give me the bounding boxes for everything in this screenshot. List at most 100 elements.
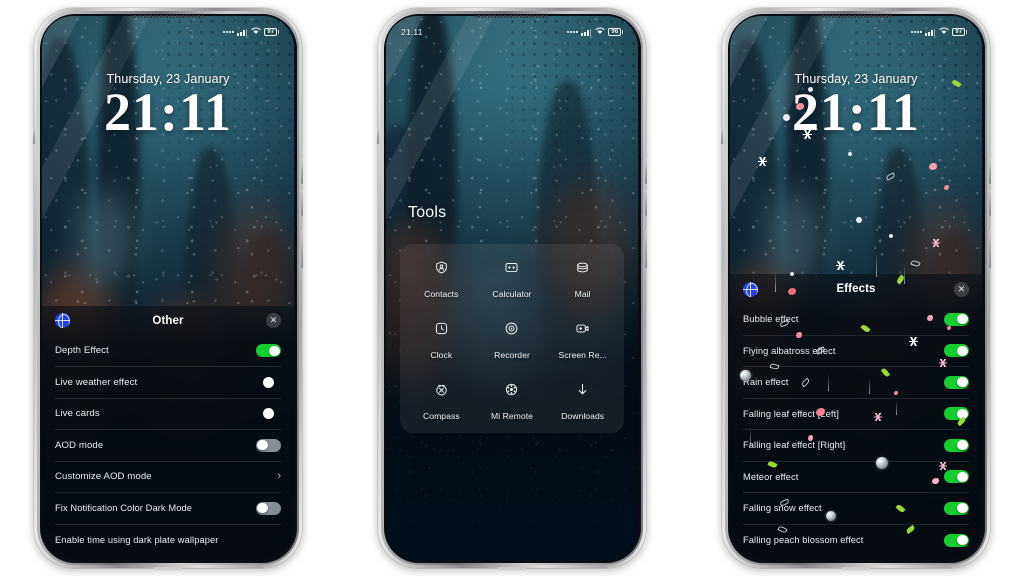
row-label: Rain effect — [743, 377, 789, 388]
row-live-weather-effect[interactable]: Live weather effect — [55, 367, 281, 399]
toggle-fix-notification-color-dark-mode[interactable] — [256, 501, 281, 515]
toggle-falling-peach-blossom-effect[interactable] — [944, 533, 969, 547]
other-settings-panel: Other ✕ Depth Effect Live weather effect… — [42, 305, 294, 560]
tool-compass[interactable]: Compass — [406, 379, 477, 424]
row-live-cards[interactable]: Live cards — [55, 399, 281, 430]
tool-mi-remote[interactable]: Mi Remote — [477, 379, 548, 424]
volume-up-button[interactable] — [645, 158, 647, 184]
panel-header: Other ✕ — [42, 306, 294, 336]
row-depth-effect[interactable]: Depth Effect — [55, 336, 281, 367]
phone-bottom-port — [498, 567, 526, 570]
side-slot — [377, 128, 379, 144]
tool-label: Compass — [423, 411, 460, 421]
globe-icon[interactable] — [743, 281, 758, 297]
lockscreen-clock: Thursday, 23 January 21:11 — [42, 72, 294, 142]
toggle-live-weather-effect[interactable] — [256, 376, 281, 389]
row-falling-snow-effect[interactable]: Falling snow effect — [743, 493, 969, 525]
battery-level: 97 — [264, 28, 278, 36]
tool-screen-recorder[interactable]: Screen Re... — [547, 318, 618, 363]
volume-up-button[interactable] — [301, 158, 303, 184]
row-customize-aod-mode[interactable]: Customize AOD mode › — [55, 462, 281, 493]
toggle-live-cards[interactable] — [256, 407, 281, 420]
row-falling-leaf-effect-right[interactable]: Falling leaf effect [Right] — [743, 430, 969, 462]
toggle-aod-mode[interactable] — [256, 438, 281, 452]
settings-rows: Depth Effect Live weather effect Live ca… — [42, 336, 294, 557]
phone-right: 97 Thursday, 23 January 21:11 Effects ✕ … — [721, 8, 991, 570]
row-rain-effect[interactable]: Rain effect — [743, 367, 969, 399]
phone-bottom-port — [842, 567, 870, 570]
row-aod-mode[interactable]: AOD mode — [55, 430, 281, 462]
close-icon[interactable]: ✕ — [266, 313, 281, 328]
lockscreen-time: 21:11 — [791, 82, 920, 142]
tool-calculator[interactable]: Calculator — [477, 257, 548, 302]
row-enable-time-dark-plate-wallpaper[interactable]: Enable time using dark plate wallpaper — [55, 525, 281, 557]
battery-icon: 97 — [264, 28, 279, 36]
row-bubble-effect[interactable]: Bubble effect — [743, 304, 969, 336]
tool-mail[interactable]: Mail — [547, 257, 618, 302]
signal-bars-icon — [237, 28, 248, 36]
panel-header: Effects ✕ — [730, 274, 982, 304]
row-falling-peach-blossom-effect[interactable]: Falling peach blossom effect — [743, 525, 969, 557]
calculator-icon — [477, 257, 548, 278]
battery-level: 96 — [608, 28, 622, 36]
earpiece-speaker — [131, 14, 205, 18]
status-icons: 97 — [911, 27, 967, 37]
tool-label: Clock — [430, 350, 453, 360]
phone-screen: 97 Thursday, 23 January 21:11 Effects ✕ … — [730, 16, 982, 560]
phone-screen: 97 Thursday, 23 January 21:11 Other ✕ De… — [42, 16, 294, 560]
power-button[interactable] — [989, 230, 991, 268]
toggle-bubble-effect[interactable] — [944, 312, 969, 326]
wifi-icon — [939, 27, 949, 37]
toggle-falling-leaf-effect-left[interactable] — [944, 407, 969, 421]
row-flying-albatross-effect[interactable]: Flying albatross effect — [743, 336, 969, 367]
row-label: Falling leaf effect [Left] — [743, 408, 839, 419]
compass-icon — [406, 379, 477, 400]
mail-icon — [547, 257, 618, 278]
row-meteor-effect[interactable]: Meteor effect — [743, 462, 969, 493]
wifi-icon — [251, 27, 261, 37]
row-fix-notification-color-dark-mode[interactable]: Fix Notification Color Dark Mode — [55, 493, 281, 525]
row-label: AOD mode — [55, 439, 104, 451]
battery-icon: 96 — [608, 28, 623, 36]
lockscreen-time: 21:11 — [103, 82, 232, 142]
contacts-icon — [406, 257, 477, 278]
power-button[interactable] — [301, 230, 303, 268]
status-icons: 97 — [223, 27, 279, 37]
row-label: Live cards — [55, 408, 100, 420]
tool-contacts[interactable]: Contacts — [406, 257, 477, 302]
volume-down-button[interactable] — [645, 190, 647, 216]
phone-left: 97 Thursday, 23 January 21:11 Other ✕ De… — [33, 8, 303, 570]
panel-title: Effects — [836, 283, 876, 295]
toggle-meteor-effect[interactable] — [944, 470, 969, 484]
screenshot-stage: 97 Thursday, 23 January 21:11 Other ✕ De… — [0, 0, 1024, 576]
tool-downloads[interactable]: Downloads — [547, 379, 618, 424]
globe-icon[interactable] — [55, 313, 70, 328]
phone-screen: 21.11 96 Tools Contacts Calculator Mail … — [386, 16, 638, 560]
phone-center: 21.11 96 Tools Contacts Calculator Mail … — [377, 8, 647, 570]
status-bar: 97 — [730, 25, 982, 39]
tool-label: Screen Re... — [558, 350, 607, 360]
wifi-icon — [595, 27, 605, 37]
toggle-depth-effect[interactable] — [256, 344, 281, 358]
effects-settings-panel: Effects ✕ Bubble effect Flying albatross… — [730, 274, 982, 560]
toggle-falling-leaf-effect-right[interactable] — [944, 438, 969, 452]
downloads-icon — [547, 379, 618, 400]
tool-label: Downloads — [561, 411, 605, 421]
signal-dots-icon — [223, 31, 234, 33]
tool-recorder[interactable]: Recorder — [477, 318, 548, 363]
row-label: Fix Notification Color Dark Mode — [55, 503, 193, 514]
power-button[interactable] — [645, 230, 647, 268]
toggle-flying-albatross-effect[interactable] — [944, 344, 969, 358]
toggle-rain-effect[interactable] — [944, 375, 969, 389]
volume-down-button[interactable] — [989, 190, 991, 216]
row-label: Bubble effect — [743, 314, 799, 325]
volume-up-button[interactable] — [989, 158, 991, 184]
status-bar: 21.11 96 — [386, 25, 638, 39]
tools-grid: Contacts Calculator Mail Clock Recorder … — [400, 244, 624, 433]
toggle-falling-snow-effect[interactable] — [944, 501, 969, 515]
row-falling-leaf-effect-left[interactable]: Falling leaf effect [Left] — [743, 399, 969, 430]
close-icon[interactable]: ✕ — [954, 281, 969, 297]
tool-clock[interactable]: Clock — [406, 318, 477, 363]
volume-down-button[interactable] — [301, 190, 303, 216]
row-label: Customize AOD mode — [55, 471, 152, 483]
